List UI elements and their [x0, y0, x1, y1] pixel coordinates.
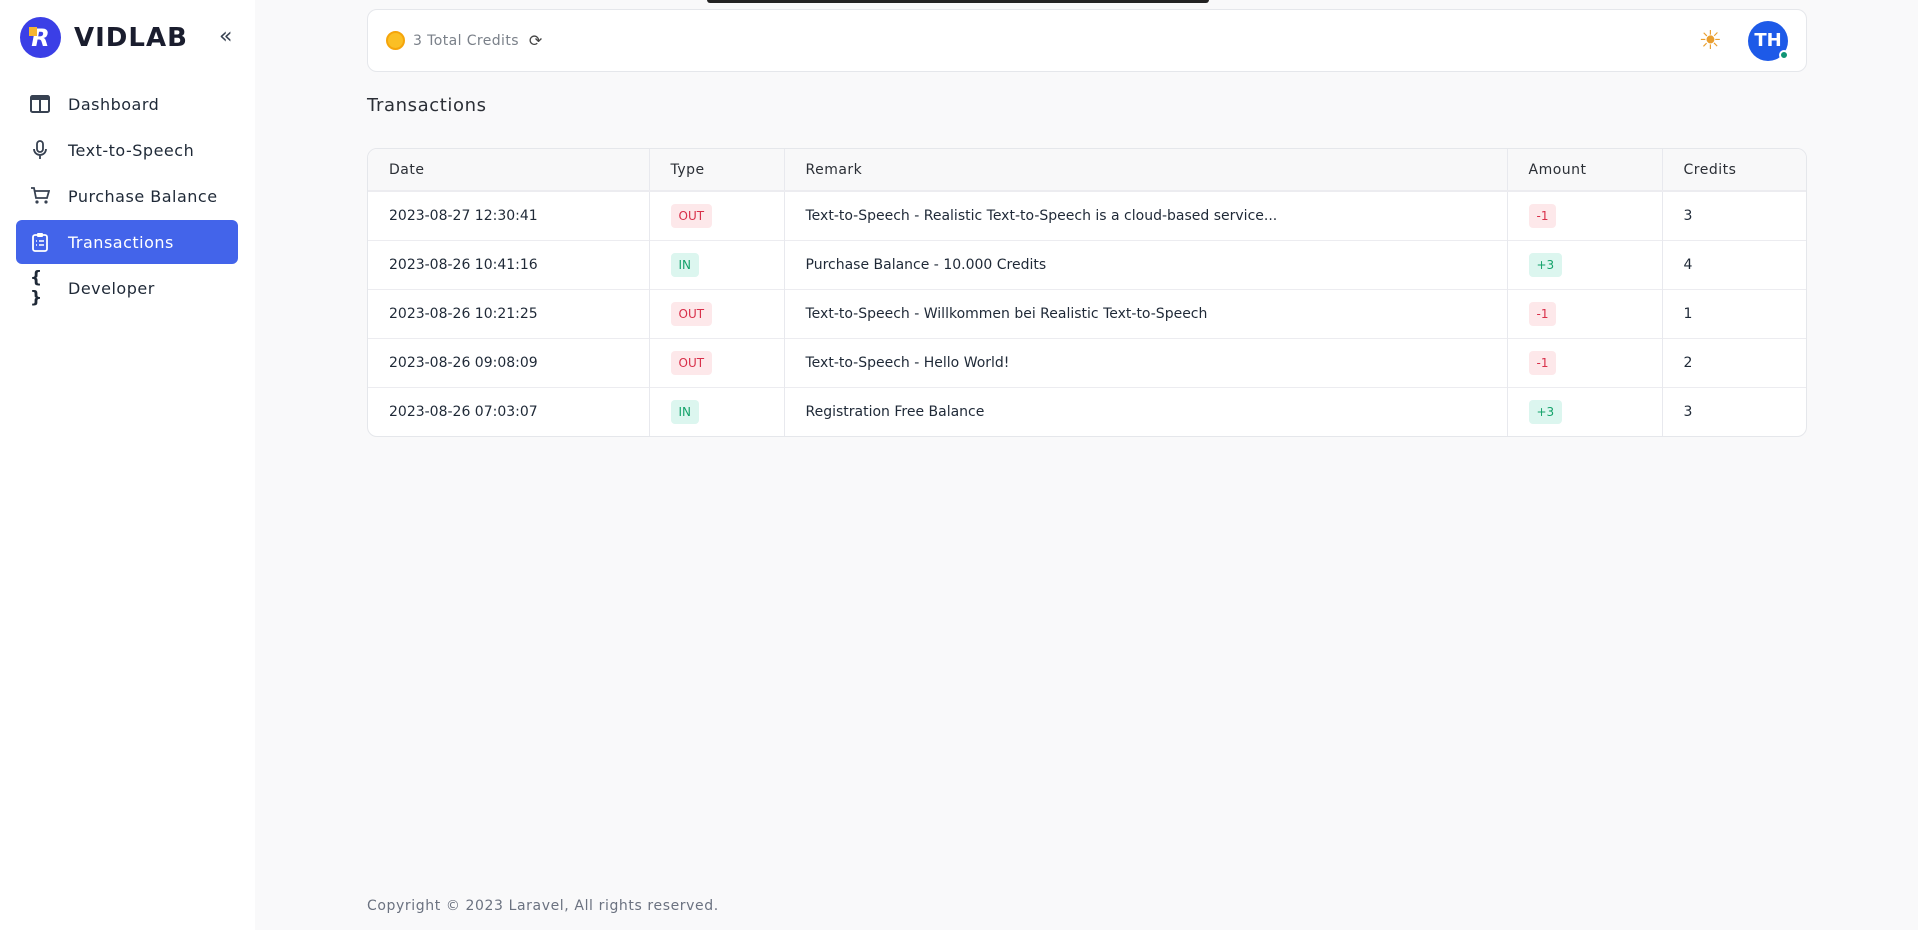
total-credits: 3 Total Credits: [413, 32, 519, 49]
sun-icon[interactable]: ☀: [1699, 26, 1722, 56]
cell-remark: Text-to-Speech - Realistic Text-to-Speec…: [784, 190, 1508, 240]
cell-amount: +3: [1507, 239, 1663, 289]
cell-credits: 1: [1662, 288, 1806, 338]
refresh-icon[interactable]: ⟳: [529, 31, 542, 50]
brand-name: VIDLAB: [74, 22, 188, 53]
sidebar-item-purchase-balance[interactable]: Purchase Balance: [16, 174, 238, 218]
cell-credits: 4: [1662, 239, 1806, 289]
type-badge: IN: [670, 252, 700, 277]
cell-type: IN: [649, 386, 785, 436]
table-row: 2023-08-26 09:08:09 OUT Text-to-Speech -…: [368, 337, 1806, 387]
sidebar-item-transactions[interactable]: Transactions: [16, 220, 238, 264]
cell-remark: Text-to-Speech - Willkommen bei Realisti…: [784, 288, 1508, 338]
cart-icon: [30, 187, 50, 205]
type-badge: OUT: [670, 301, 713, 326]
sidebar-nav: Dashboard Text-to-Speech Purchase Balanc…: [16, 82, 238, 312]
cell-type: IN: [649, 239, 785, 289]
sidebar-item-dashboard[interactable]: Dashboard: [16, 82, 238, 126]
coin-icon: [386, 31, 405, 50]
cell-amount: -1: [1507, 337, 1663, 387]
cell-type: OUT: [649, 190, 785, 240]
microphone-icon: [30, 140, 50, 160]
logo[interactable]: R VIDLAB: [20, 17, 188, 58]
column-header-credits: Credits: [1662, 149, 1806, 192]
amount-badge: +3: [1528, 399, 1563, 424]
cell-date: 2023-08-26 10:41:16: [368, 239, 650, 289]
amount-badge: -1: [1528, 301, 1557, 326]
table-row: 2023-08-26 10:21:25 OUT Text-to-Speech -…: [368, 288, 1806, 338]
cell-amount: -1: [1507, 288, 1663, 338]
logo-icon: R: [20, 17, 61, 58]
sidebar: R VIDLAB « Dashboard Text-to-Speech Purc…: [0, 0, 255, 930]
cell-date: 2023-08-26 10:21:25: [368, 288, 650, 338]
cell-type: OUT: [649, 288, 785, 338]
layout-icon: [30, 95, 50, 113]
amount-badge: +3: [1528, 252, 1563, 277]
cell-remark: Registration Free Balance: [784, 386, 1508, 436]
cell-credits: 2: [1662, 337, 1806, 387]
cell-amount: -1: [1507, 190, 1663, 240]
column-header-amount: Amount: [1507, 149, 1663, 192]
type-badge: IN: [670, 399, 700, 424]
cell-amount: +3: [1507, 386, 1663, 436]
column-header-type: Type: [649, 149, 785, 192]
table-header-row: Date Type Remark Amount Credits: [368, 149, 1806, 192]
amount-badge: -1: [1528, 203, 1557, 228]
avatar[interactable]: TH: [1748, 20, 1789, 61]
table-row: 2023-08-27 12:30:41 OUT Text-to-Speech -…: [368, 190, 1806, 240]
table-row: 2023-08-26 07:03:07 IN Registration Free…: [368, 386, 1806, 436]
sidebar-item-developer[interactable]: { } Developer: [16, 266, 238, 310]
top-header: 3 Total Credits ⟳ ☀ TH: [367, 9, 1807, 72]
column-header-remark: Remark: [784, 149, 1508, 192]
collapse-sidebar-icon[interactable]: «: [219, 24, 232, 49]
cell-credits: 3: [1662, 386, 1806, 436]
cell-date: 2023-08-26 07:03:07: [368, 386, 650, 436]
type-badge: OUT: [670, 203, 713, 228]
transactions-table: Date Type Remark Amount Credits 2023-08-…: [367, 148, 1807, 437]
type-badge: OUT: [670, 350, 713, 375]
column-header-date: Date: [368, 149, 650, 192]
clipboard-list-icon: [30, 232, 50, 252]
footer-copyright: Copyright © 2023 Laravel, All rights res…: [367, 898, 719, 914]
cell-remark: Purchase Balance - 10.000 Credits: [784, 239, 1508, 289]
cell-date: 2023-08-26 09:08:09: [368, 337, 650, 387]
amount-badge: -1: [1528, 350, 1557, 375]
table-row: 2023-08-26 10:41:16 IN Purchase Balance …: [368, 239, 1806, 289]
cell-type: OUT: [649, 337, 785, 387]
online-status-dot: [1779, 49, 1789, 60]
page-title: Transactions: [367, 95, 487, 116]
cell-date: 2023-08-27 12:30:41: [368, 190, 650, 240]
braces-icon: { }: [30, 268, 43, 308]
cell-credits: 3: [1662, 190, 1806, 240]
top-bar-handle: [707, 0, 1209, 3]
sidebar-item-text-to-speech[interactable]: Text-to-Speech: [16, 128, 238, 172]
cell-remark: Text-to-Speech - Hello World!: [784, 337, 1508, 387]
